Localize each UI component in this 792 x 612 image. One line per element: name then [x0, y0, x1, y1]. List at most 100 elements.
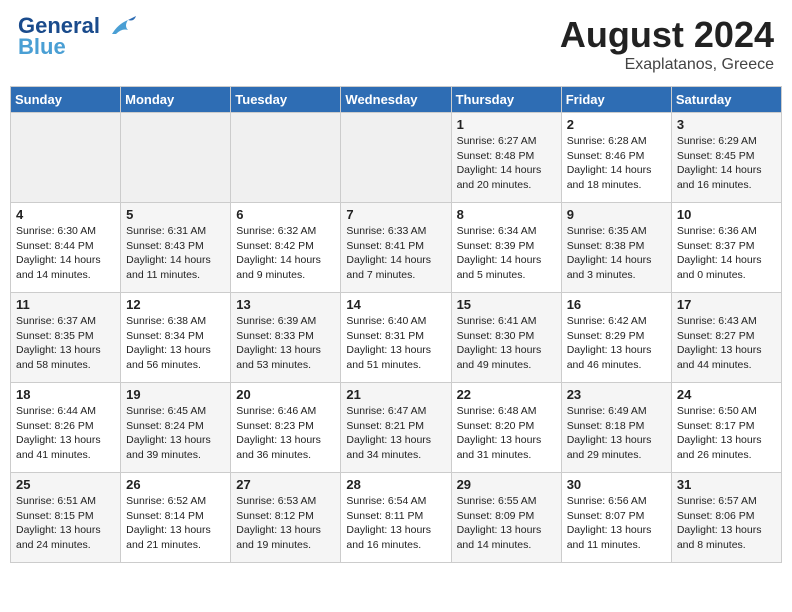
day-info: Sunrise: 6:43 AMSunset: 8:27 PMDaylight:…: [677, 314, 776, 373]
weekday-header-saturday: Saturday: [671, 87, 781, 113]
calendar-cell: 16Sunrise: 6:42 AMSunset: 8:29 PMDayligh…: [561, 293, 671, 383]
day-info: Sunrise: 6:45 AMSunset: 8:24 PMDaylight:…: [126, 404, 225, 463]
day-info: Sunrise: 6:44 AMSunset: 8:26 PMDaylight:…: [16, 404, 115, 463]
weekday-header-sunday: Sunday: [11, 87, 121, 113]
day-number: 17: [677, 297, 776, 312]
calendar-cell: 19Sunrise: 6:45 AMSunset: 8:24 PMDayligh…: [121, 383, 231, 473]
day-info: Sunrise: 6:53 AMSunset: 8:12 PMDaylight:…: [236, 494, 335, 553]
day-number: 31: [677, 477, 776, 492]
day-number: 1: [457, 117, 556, 132]
weekday-header-thursday: Thursday: [451, 87, 561, 113]
day-number: 23: [567, 387, 666, 402]
calendar-cell: 6 Sunrise: 6:32 AMSunset: 8:42 PMDaylight…: [231, 203, 341, 293]
calendar-cell: 4 Sunrise: 6:30 AMSunset: 8:44 PMDaylight…: [11, 203, 121, 293]
calendar-cell: 15 Sunrise: 6:41 AMSunset: 8:30 PMDayligh…: [451, 293, 561, 383]
calendar-cell: 8Sunrise: 6:34 AMSunset: 8:39 PMDaylight…: [451, 203, 561, 293]
day-info: Sunrise: 6:29 AMSunset: 8:45 PMDaylight:…: [677, 134, 776, 193]
day-info: Sunrise: 6:54 AMSunset: 8:11 PMDaylight:…: [346, 494, 445, 553]
calendar-cell: 20Sunrise: 6:46 AMSunset: 8:23 PMDayligh…: [231, 383, 341, 473]
calendar-week-row: 1 Sunrise: 6:27 AMSunset: 8:48 PMDaylight…: [11, 113, 782, 203]
calendar-week-row: 18 Sunrise: 6:44 AMSunset: 8:26 PMDayligh…: [11, 383, 782, 473]
calendar-cell: 24 Sunrise: 6:50 AMSunset: 8:17 PMDayligh…: [671, 383, 781, 473]
calendar-cell: 3Sunrise: 6:29 AMSunset: 8:45 PMDaylight…: [671, 113, 781, 203]
day-info: Sunrise: 6:40 AMSunset: 8:31 PMDaylight:…: [346, 314, 445, 373]
calendar-cell: 26 Sunrise: 6:52 AMSunset: 8:14 PMDayligh…: [121, 473, 231, 563]
day-info: Sunrise: 6:55 AMSunset: 8:09 PMDaylight:…: [457, 494, 556, 553]
day-info: Sunrise: 6:37 AMSunset: 8:35 PMDaylight:…: [16, 314, 115, 373]
calendar-cell: 28 Sunrise: 6:54 AMSunset: 8:11 PMDayligh…: [341, 473, 451, 563]
day-info: Sunrise: 6:28 AMSunset: 8:46 PMDaylight:…: [567, 134, 666, 193]
logo: General Blue: [18, 14, 136, 60]
day-number: 13: [236, 297, 335, 312]
day-number: 12: [126, 297, 225, 312]
day-number: 18: [16, 387, 115, 402]
calendar-cell: 10Sunrise: 6:36 AMSunset: 8:37 PMDayligh…: [671, 203, 781, 293]
calendar-week-row: 25 Sunrise: 6:51 AMSunset: 8:15 PMDayligh…: [11, 473, 782, 563]
day-number: 8: [457, 207, 556, 222]
day-info: Sunrise: 6:50 AMSunset: 8:17 PMDaylight:…: [677, 404, 776, 463]
weekday-header-friday: Friday: [561, 87, 671, 113]
calendar-cell: 7 Sunrise: 6:33 AMSunset: 8:41 PMDaylight…: [341, 203, 451, 293]
day-number: 27: [236, 477, 335, 492]
calendar-cell: 31 Sunrise: 6:57 AMSunset: 8:06 PMDayligh…: [671, 473, 781, 563]
day-number: 25: [16, 477, 115, 492]
calendar-week-row: 11Sunrise: 6:37 AMSunset: 8:35 PMDayligh…: [11, 293, 782, 383]
day-number: 21: [346, 387, 445, 402]
day-info: Sunrise: 6:31 AMSunset: 8:43 PMDaylight:…: [126, 224, 225, 283]
day-info: Sunrise: 6:27 AMSunset: 8:48 PMDaylight:…: [457, 134, 556, 193]
calendar-cell: 23 Sunrise: 6:49 AMSunset: 8:18 PMDayligh…: [561, 383, 671, 473]
weekday-header-row: SundayMondayTuesdayWednesdayThursdayFrid…: [11, 87, 782, 113]
day-number: 6: [236, 207, 335, 222]
calendar-cell: 27 Sunrise: 6:53 AMSunset: 8:12 PMDayligh…: [231, 473, 341, 563]
day-info: Sunrise: 6:32 AMSunset: 8:42 PMDaylight:…: [236, 224, 335, 283]
day-number: 10: [677, 207, 776, 222]
day-number: 24: [677, 387, 776, 402]
day-info: Sunrise: 6:38 AMSunset: 8:34 PMDaylight:…: [126, 314, 225, 373]
calendar-cell: 9 Sunrise: 6:35 AMSunset: 8:38 PMDaylight…: [561, 203, 671, 293]
day-info: Sunrise: 6:52 AMSunset: 8:14 PMDaylight:…: [126, 494, 225, 553]
day-number: 29: [457, 477, 556, 492]
day-info: Sunrise: 6:51 AMSunset: 8:15 PMDaylight:…: [16, 494, 115, 553]
day-info: Sunrise: 6:30 AMSunset: 8:44 PMDaylight:…: [16, 224, 115, 283]
calendar-cell: 13 Sunrise: 6:39 AMSunset: 8:33 PMDayligh…: [231, 293, 341, 383]
calendar-cell: 2 Sunrise: 6:28 AMSunset: 8:46 PMDaylight…: [561, 113, 671, 203]
month-year-title: August 2024: [560, 14, 774, 56]
day-number: 15: [457, 297, 556, 312]
day-info: Sunrise: 6:35 AMSunset: 8:38 PMDaylight:…: [567, 224, 666, 283]
day-info: Sunrise: 6:57 AMSunset: 8:06 PMDaylight:…: [677, 494, 776, 553]
calendar-cell: 22Sunrise: 6:48 AMSunset: 8:20 PMDayligh…: [451, 383, 561, 473]
day-number: 14: [346, 297, 445, 312]
day-number: 28: [346, 477, 445, 492]
calendar-week-row: 4 Sunrise: 6:30 AMSunset: 8:44 PMDaylight…: [11, 203, 782, 293]
title-section: August 2024 Exaplatanos, Greece: [560, 14, 774, 74]
calendar-cell: 21 Sunrise: 6:47 AMSunset: 8:21 PMDayligh…: [341, 383, 451, 473]
day-info: Sunrise: 6:42 AMSunset: 8:29 PMDaylight:…: [567, 314, 666, 373]
page-header: General Blue August 2024 Exaplatanos, Gr…: [10, 10, 782, 78]
calendar-cell: 1 Sunrise: 6:27 AMSunset: 8:48 PMDaylight…: [451, 113, 561, 203]
day-number: 26: [126, 477, 225, 492]
day-number: 2: [567, 117, 666, 132]
day-info: Sunrise: 6:33 AMSunset: 8:41 PMDaylight:…: [346, 224, 445, 283]
calendar-cell: 30 Sunrise: 6:56 AMSunset: 8:07 PMDayligh…: [561, 473, 671, 563]
day-number: 7: [346, 207, 445, 222]
day-number: 30: [567, 477, 666, 492]
day-info: Sunrise: 6:56 AMSunset: 8:07 PMDaylight:…: [567, 494, 666, 553]
day-info: Sunrise: 6:41 AMSunset: 8:30 PMDaylight:…: [457, 314, 556, 373]
day-number: 4: [16, 207, 115, 222]
calendar-cell: [231, 113, 341, 203]
day-number: 9: [567, 207, 666, 222]
calendar-cell: [11, 113, 121, 203]
day-info: Sunrise: 6:39 AMSunset: 8:33 PMDaylight:…: [236, 314, 335, 373]
weekday-header-wednesday: Wednesday: [341, 87, 451, 113]
calendar-cell: 12 Sunrise: 6:38 AMSunset: 8:34 PMDayligh…: [121, 293, 231, 383]
weekday-header-tuesday: Tuesday: [231, 87, 341, 113]
calendar-cell: 29 Sunrise: 6:55 AMSunset: 8:09 PMDayligh…: [451, 473, 561, 563]
day-info: Sunrise: 6:47 AMSunset: 8:21 PMDaylight:…: [346, 404, 445, 463]
calendar-cell: 17 Sunrise: 6:43 AMSunset: 8:27 PMDayligh…: [671, 293, 781, 383]
logo-bird-icon: [108, 16, 136, 38]
calendar-cell: 14 Sunrise: 6:40 AMSunset: 8:31 PMDayligh…: [341, 293, 451, 383]
day-info: Sunrise: 6:48 AMSunset: 8:20 PMDaylight:…: [457, 404, 556, 463]
calendar-cell: [341, 113, 451, 203]
calendar-table: SundayMondayTuesdayWednesdayThursdayFrid…: [10, 86, 782, 563]
day-info: Sunrise: 6:49 AMSunset: 8:18 PMDaylight:…: [567, 404, 666, 463]
